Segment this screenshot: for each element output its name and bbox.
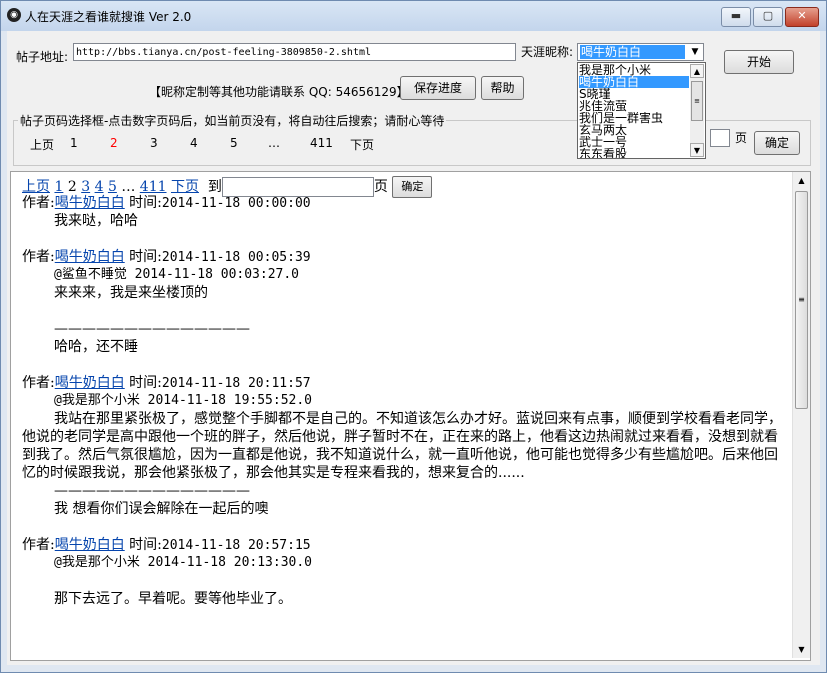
url-label: 帖子地址: (16, 50, 69, 64)
dropdown-scroll-thumb[interactable]: ≡ (691, 81, 703, 121)
author-link[interactable]: 喝牛奶白白 (55, 375, 125, 391)
page-number-input[interactable] (710, 129, 730, 147)
author-label: 作者: (22, 249, 55, 265)
quote-divider: —————————————— (54, 321, 250, 337)
time-label: 时间: (129, 249, 162, 265)
help-button[interactable]: 帮助 (481, 76, 524, 100)
quote-header: @鲨鱼不睡觉 2014-11-18 00:03:27.0 (54, 267, 300, 282)
page-link-current[interactable]: 2 (110, 136, 118, 150)
minimize-button[interactable]: ▬ (721, 7, 751, 27)
author-label: 作者: (22, 195, 55, 211)
page-link[interactable]: 3 (150, 136, 158, 150)
post-body: 我来哒，哈哈 (54, 213, 138, 229)
dropdown-scrollbar[interactable]: ▲ ≡ ▼ (690, 64, 704, 157)
quote-body: 来来来，我是来坐楼顶的 (54, 285, 208, 301)
page-next-link[interactable]: 下页 (350, 136, 374, 153)
author-link[interactable]: 喝牛奶白白 (55, 537, 125, 553)
nick-label: 天涯昵称: (521, 45, 574, 59)
scroll-down-icon[interactable]: ▼ (793, 641, 810, 658)
page-link[interactable]: 5 (230, 136, 238, 150)
chevron-down-icon[interactable]: ▼ (687, 44, 703, 60)
post-header: 作者:喝牛奶白白 时间:2014-11-18 20:11:57 (22, 374, 782, 392)
dropdown-item[interactable]: 兆佳流萤 (579, 100, 689, 112)
post-header: 作者:喝牛奶白白 时间:2014-11-18 00:05:39 (22, 248, 782, 266)
window-title: 人在天涯之看谁就搜谁 Ver 2.0 (25, 10, 192, 24)
title-bar[interactable]: ◉ 人在天涯之看谁就搜谁 Ver 2.0 ▬ ▢ ✕ (1, 1, 826, 31)
content-page-link[interactable]: 1 (54, 179, 63, 195)
nick-combobox[interactable]: 喝牛奶白白 ▼ (577, 43, 704, 61)
dropdown-item[interactable]: 我是那个小米 (579, 64, 689, 76)
page-selector-title: 帖子页码选择框-点击数字页码后，如当前页没有，将自动往后搜索；请耐心等待 (18, 112, 447, 129)
page-unit-label: 页 (735, 131, 748, 145)
content-page-link[interactable]: 5 (108, 179, 117, 195)
post-content-panel[interactable]: 上页 1 2 3 4 5 … 411 下页 到页 确定 作者:喝牛奶白白 时间:… (10, 171, 811, 661)
post-body: 那下去远了。早着呢。要等他毕业了。 (54, 591, 292, 607)
time-label: 时间: (129, 375, 162, 391)
page-ellipsis: … (268, 136, 280, 150)
quote-body: 我站在那里紧张极了，感觉整个手脚都不是自己的。不知道该怎么办才好。蓝说回来有点事… (22, 410, 782, 482)
author-label: 作者: (22, 375, 55, 391)
start-button[interactable]: 开始 (724, 50, 794, 74)
app-eye-icon: ◉ (7, 8, 21, 22)
app-window: ◉ 人在天涯之看谁就搜谁 Ver 2.0 ▬ ▢ ✕ 帖子地址: http://… (0, 0, 827, 673)
author-label: 作者: (22, 537, 55, 553)
scroll-up-icon[interactable]: ▲ (690, 64, 704, 78)
page-prev-link[interactable]: 上页 (30, 136, 54, 153)
content-page-current: 2 (67, 179, 77, 195)
time-label: 时间: (129, 195, 162, 211)
content-ellipsis: … (121, 179, 136, 195)
content-scrollbar[interactable]: ▲ ≡ ▼ (792, 172, 810, 658)
quote-body-first: 我站在那里紧张极了，感觉整个手脚都不是自己的。不知道该怎么办才好。蓝说回来有点事… (54, 411, 684, 427)
dropdown-item[interactable]: 我们是一群害虫 (579, 112, 689, 124)
content-last-page-link[interactable]: 411 (140, 179, 167, 195)
goto-confirm-button[interactable]: 确定 (392, 176, 433, 198)
post-time: 2014-11-18 00:00:00 (161, 196, 311, 211)
maximize-button[interactable]: ▢ (753, 7, 783, 27)
post-body: 哈哈，还不睡 (54, 339, 138, 355)
post-time: 2014-11-18 00:05:39 (161, 250, 311, 265)
goto-label: 到 (207, 179, 222, 195)
page-link[interactable]: 4 (190, 136, 198, 150)
client-area: 帖子地址: http://bbs.tianya.cn/post-feeling-… (7, 31, 820, 665)
quote-divider: —————————————— (54, 483, 250, 499)
post-content: 上页 1 2 3 4 5 … 411 下页 到页 确定 作者:喝牛奶白白 时间:… (22, 176, 782, 608)
dropdown-item[interactable]: 东东看股 (579, 148, 689, 158)
close-button[interactable]: ✕ (785, 7, 819, 27)
page-link[interactable]: 411 (310, 136, 333, 150)
author-link[interactable]: 喝牛奶白白 (55, 195, 125, 211)
author-link[interactable]: 喝牛奶白白 (55, 249, 125, 265)
page-link[interactable]: 1 (70, 136, 78, 150)
nick-selected-value: 喝牛奶白白 (580, 45, 685, 59)
scroll-up-icon[interactable]: ▲ (793, 172, 810, 189)
content-page-nav: 上页 1 2 3 4 5 … 411 下页 到 页 确定 (22, 176, 782, 198)
post-time: 2014-11-18 20:11:57 (161, 376, 311, 391)
content-scroll-thumb[interactable]: ≡ (795, 191, 808, 409)
content-next-link[interactable]: 下页 (171, 179, 199, 195)
post-body: 我 想看你们误会解除在一起后的噢 (54, 501, 269, 517)
post-header: 作者:喝牛奶白白 时间:2014-11-18 20:57:15 (22, 536, 782, 554)
contact-text: 【昵称定制等其他功能请联系 QQ: 54656129】 (149, 85, 409, 99)
quote-header: @我是那个小米 2014-11-18 20:13:30.0 (54, 555, 313, 570)
page-confirm-button[interactable]: 确定 (754, 131, 800, 155)
dropdown-item[interactable]: S晓瑾 (579, 88, 689, 100)
content-prev-link[interactable]: 上页 (22, 179, 50, 195)
dropdown-item-selected[interactable]: 喝牛奶白白 (579, 76, 689, 88)
post-time: 2014-11-18 20:57:15 (161, 538, 311, 553)
quote-header: @我是那个小米 2014-11-18 19:55:52.0 (54, 393, 313, 408)
dropdown-item[interactable]: 玄马两太 (579, 124, 689, 136)
nick-dropdown-list[interactable]: 我是那个小米 喝牛奶白白 S晓瑾 兆佳流萤 我们是一群害虫 玄马两太 武士一号 … (577, 62, 706, 159)
content-page-link[interactable]: 3 (81, 179, 90, 195)
time-label: 时间: (129, 537, 162, 553)
scroll-down-icon[interactable]: ▼ (690, 143, 704, 157)
dropdown-item[interactable]: 武士一号 (579, 136, 689, 148)
url-input[interactable]: http://bbs.tianya.cn/post-feeling-380985… (73, 43, 516, 61)
goto-unit-label: 页 (373, 179, 388, 195)
save-progress-button[interactable]: 保存进度 (400, 76, 476, 100)
content-page-link[interactable]: 4 (95, 179, 104, 195)
